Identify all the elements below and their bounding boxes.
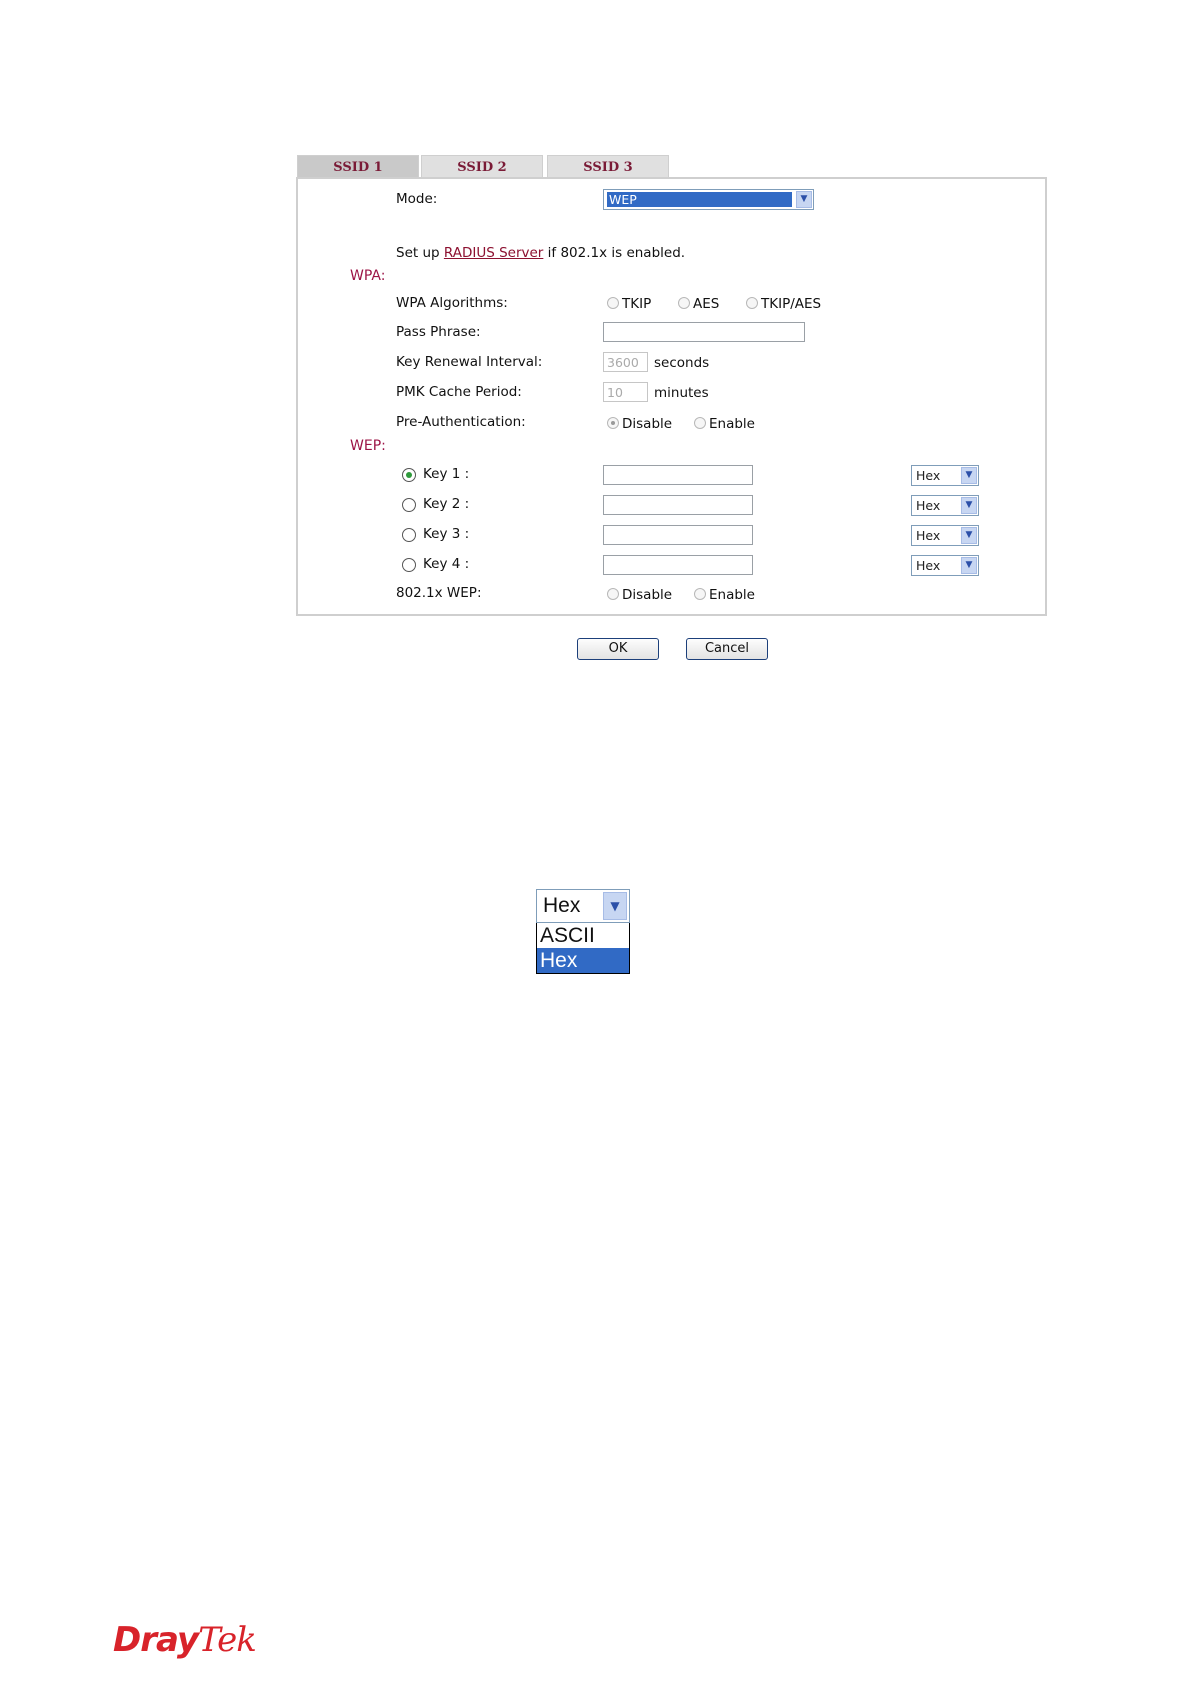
format-dropdown-list: ASCII Hex: [536, 923, 630, 974]
key-1-format-select[interactable]: Hex ▼: [911, 465, 979, 486]
key-1-input[interactable]: [603, 465, 753, 485]
ssid-tabs: SSID 1 SSID 2 SSID 3: [297, 155, 669, 178]
chevron-down-icon[interactable]: ▼: [796, 191, 812, 208]
dot1x-wep-label: 802.1x WEP:: [396, 585, 482, 601]
radius-note: Set up RADIUS Server if 802.1x is enable…: [396, 245, 685, 261]
radio-key-1[interactable]: [402, 468, 416, 482]
chevron-down-icon[interactable]: ▼: [961, 497, 977, 514]
format-dropdown-current: Hex: [543, 894, 581, 917]
radius-server-link[interactable]: RADIUS Server: [444, 245, 543, 261]
mode-select[interactable]: WEP ▼: [603, 189, 814, 210]
key-renewal-input[interactable]: [603, 352, 648, 372]
radio-tkip-aes-label: TKIP/AES: [761, 296, 822, 312]
radio-dot1x-disable-label: Disable: [622, 587, 673, 603]
radio-key-2[interactable]: [402, 498, 416, 512]
chevron-down-icon[interactable]: ▼: [961, 527, 977, 544]
chevron-down-icon[interactable]: ▼: [961, 557, 977, 574]
key-2-format-select[interactable]: Hex ▼: [911, 495, 979, 516]
key-4-label: Key 4 :: [423, 556, 470, 572]
key-2-label: Key 2 :: [423, 496, 470, 512]
radio-pre-auth-enable-label: Enable: [709, 416, 755, 432]
tab-ssid-2[interactable]: SSID 2: [421, 155, 543, 178]
tab-ssid-1[interactable]: SSID 1: [297, 155, 419, 178]
key-4-input[interactable]: [603, 555, 753, 575]
radio-key-4[interactable]: [402, 558, 416, 572]
key-renewal-label: Key Renewal Interval:: [396, 354, 543, 370]
radius-note-prefix: Set up: [396, 245, 444, 261]
radio-tkip-label: TKIP: [622, 296, 652, 312]
chevron-down-icon[interactable]: ▼: [603, 892, 627, 920]
key-1-format-value: Hex: [916, 468, 941, 483]
cancel-button[interactable]: Cancel: [686, 638, 768, 660]
security-settings-panel: Mode: WEP ▼ Set up RADIUS Server if 802.…: [296, 177, 1047, 616]
logo-part-dray: Dray: [113, 1620, 199, 1660]
dropdown-option-hex[interactable]: Hex: [537, 948, 629, 973]
key-3-format-select[interactable]: Hex ▼: [911, 525, 979, 546]
radio-pre-auth-disable-label: Disable: [622, 416, 673, 432]
key-2-input[interactable]: [603, 495, 753, 515]
pass-phrase-input[interactable]: [603, 322, 805, 342]
mode-label: Mode:: [396, 191, 438, 207]
logo-part-tek: Tek: [198, 1620, 257, 1660]
key-3-format-value: Hex: [916, 528, 941, 543]
radio-tkip-aes[interactable]: [746, 297, 758, 309]
pre-auth-label: Pre-Authentication:: [396, 414, 526, 430]
ok-button[interactable]: OK: [577, 638, 659, 660]
radio-aes-label: AES: [693, 296, 720, 312]
key-1-label: Key 1 :: [423, 466, 470, 482]
radio-key-3[interactable]: [402, 528, 416, 542]
key-3-label: Key 3 :: [423, 526, 470, 542]
key-renewal-unit: seconds: [654, 355, 710, 371]
wpa-algorithms-label: WPA Algorithms:: [396, 295, 508, 311]
pass-phrase-label: Pass Phrase:: [396, 324, 481, 340]
chevron-down-icon[interactable]: ▼: [961, 467, 977, 484]
pmk-cache-unit: minutes: [654, 385, 709, 401]
pmk-cache-label: PMK Cache Period:: [396, 384, 522, 400]
pmk-cache-input[interactable]: [603, 382, 648, 402]
wpa-section-title: WPA:: [350, 268, 386, 284]
mode-select-value: WEP: [607, 192, 792, 207]
radio-tkip[interactable]: [607, 297, 619, 309]
tab-ssid-3[interactable]: SSID 3: [547, 155, 669, 178]
radio-pre-auth-disable[interactable]: [607, 417, 619, 429]
key-3-input[interactable]: [603, 525, 753, 545]
format-dropdown-example[interactable]: Hex ▼ ASCII Hex: [536, 889, 630, 974]
radio-dot1x-enable-label: Enable: [709, 587, 755, 603]
dropdown-option-ascii[interactable]: ASCII: [537, 923, 629, 948]
radio-pre-auth-enable[interactable]: [694, 417, 706, 429]
key-2-format-value: Hex: [916, 498, 941, 513]
radius-note-suffix: if 802.1x is enabled.: [543, 245, 686, 261]
key-4-format-select[interactable]: Hex ▼: [911, 555, 979, 576]
key-4-format-value: Hex: [916, 558, 941, 573]
draytek-logo: DrayTek: [113, 1620, 257, 1660]
radio-dot1x-enable[interactable]: [694, 588, 706, 600]
wep-section-title: WEP:: [350, 438, 386, 454]
radio-aes[interactable]: [678, 297, 690, 309]
radio-dot1x-disable[interactable]: [607, 588, 619, 600]
format-dropdown-header[interactable]: Hex ▼: [536, 889, 630, 923]
